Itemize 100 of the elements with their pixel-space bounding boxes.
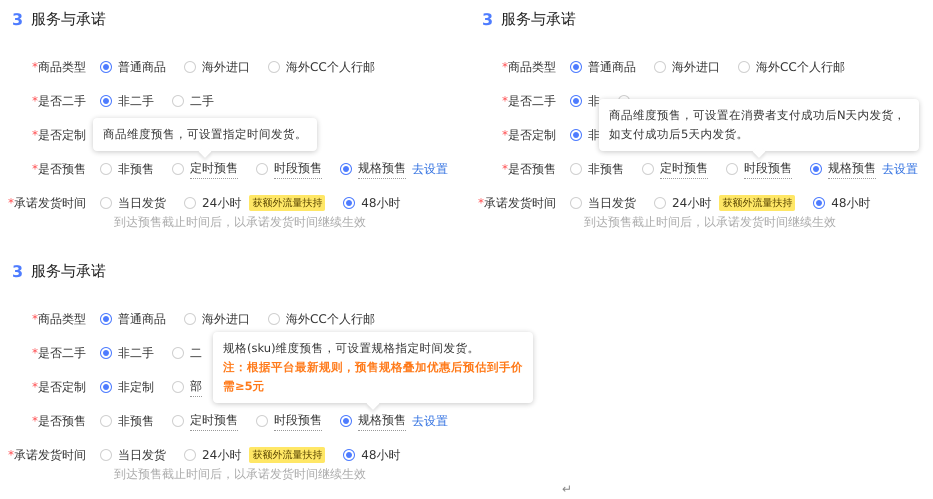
radio-button[interactable]: [726, 163, 738, 175]
tooltip-text: 商品维度预售，可设置指定时间发货。: [103, 126, 307, 142]
option-label[interactable]: 海外CC个人行邮: [756, 58, 845, 76]
option-label[interactable]: 24小时: [202, 446, 242, 464]
radio-button[interactable]: [340, 163, 352, 175]
section-title: 服务与承诺: [31, 10, 106, 28]
option-label[interactable]: 时段预售: [274, 412, 322, 430]
radio-button[interactable]: [184, 61, 196, 73]
radio-button[interactable]: [256, 415, 268, 427]
option-label[interactable]: 规格预售: [358, 412, 406, 430]
radio-button[interactable]: [268, 61, 280, 73]
option-label[interactable]: 非预售: [118, 412, 154, 430]
radio-button[interactable]: [100, 449, 112, 461]
settings-link[interactable]: 去设置: [412, 160, 448, 178]
field-label: *商品类型: [31, 310, 87, 328]
radio-button[interactable]: [654, 197, 666, 209]
option-label[interactable]: 部: [190, 378, 202, 396]
tooltip-text: 规格(sku)维度预售，可设置规格指定时间发货。: [223, 340, 481, 356]
radio-button[interactable]: [343, 449, 356, 461]
radio-button[interactable]: [184, 313, 196, 325]
radio-button[interactable]: [100, 347, 112, 359]
settings-link[interactable]: 去设置: [882, 160, 918, 178]
option-label[interactable]: 普通商品: [118, 310, 166, 328]
field-label: *承诺发货时间: [7, 194, 87, 212]
option-label[interactable]: 24小时: [202, 194, 242, 212]
radio-button[interactable]: [100, 95, 112, 107]
radio-button[interactable]: [570, 61, 582, 73]
radio-button[interactable]: [570, 129, 582, 141]
radio-button[interactable]: [172, 95, 184, 107]
radio-button[interactable]: [340, 415, 352, 427]
radio-button[interactable]: [184, 449, 196, 461]
radio-button[interactable]: [343, 197, 356, 209]
option-label[interactable]: 48小时: [831, 194, 871, 212]
option-label[interactable]: 普通商品: [588, 58, 636, 76]
promo-tag: 获额外流量扶持: [249, 195, 326, 211]
option-label[interactable]: 48小时: [361, 194, 401, 212]
radio-button[interactable]: [100, 415, 112, 427]
radio-button[interactable]: [100, 197, 112, 209]
radio-button[interactable]: [172, 415, 184, 427]
radio-button[interactable]: [810, 163, 822, 175]
field-label: *是否预售: [31, 160, 87, 178]
option-label[interactable]: 24小时: [672, 194, 712, 212]
radio-button[interactable]: [570, 95, 582, 107]
option-label[interactable]: 当日发货: [588, 194, 636, 212]
radio-button[interactable]: [738, 61, 750, 73]
option-label[interactable]: 海外进口: [672, 58, 720, 76]
field-label: *是否定制: [501, 126, 557, 144]
option-label[interactable]: 二手: [190, 92, 214, 110]
hint-text: 到达预售截止时间后，以承诺发货时间继续生效: [113, 466, 367, 483]
option-label[interactable]: 定时预售: [190, 412, 238, 430]
option-label[interactable]: 48小时: [361, 446, 401, 464]
radio-button[interactable]: [268, 313, 280, 325]
radio-button[interactable]: [172, 163, 184, 175]
option-label[interactable]: 非预售: [118, 160, 154, 178]
radio-button[interactable]: [100, 163, 112, 175]
option-label[interactable]: 非预售: [588, 160, 624, 178]
field-label: *是否预售: [501, 160, 557, 178]
field-label: *是否二手: [31, 344, 87, 362]
option-label[interactable]: 海外CC个人行邮: [286, 310, 375, 328]
option-label[interactable]: 时段预售: [744, 160, 792, 178]
option-label[interactable]: 海外CC个人行邮: [286, 58, 375, 76]
radio-button[interactable]: [100, 313, 112, 325]
promo-tag: 获额外流量扶持: [249, 447, 326, 463]
option-label[interactable]: 非二手: [118, 344, 154, 362]
option-label[interactable]: 海外进口: [202, 58, 250, 76]
option-label[interactable]: 规格预售: [828, 160, 876, 178]
radio-button[interactable]: [570, 197, 582, 209]
radio-button[interactable]: [642, 163, 654, 175]
option-label[interactable]: 非定制: [118, 378, 154, 396]
radio-button[interactable]: [256, 163, 268, 175]
option-label[interactable]: 当日发货: [118, 194, 166, 212]
field-label: *是否定制: [31, 126, 87, 144]
radio-button[interactable]: [100, 61, 112, 73]
field-label: *是否定制: [31, 378, 87, 396]
field-label: *是否二手: [501, 92, 557, 110]
section-title: 服务与承诺: [501, 10, 576, 28]
radio-button[interactable]: [813, 197, 826, 209]
radio-button[interactable]: [570, 163, 582, 175]
option-label[interactable]: 当日发货: [118, 446, 166, 464]
radio-button[interactable]: [654, 61, 666, 73]
option-label[interactable]: 非: [588, 92, 600, 110]
settings-link[interactable]: 去设置: [412, 412, 448, 430]
radio-button[interactable]: [172, 381, 184, 393]
option-label[interactable]: 规格预售: [358, 160, 406, 178]
field-label: *商品类型: [31, 58, 87, 76]
option-label[interactable]: 非二手: [118, 92, 154, 110]
tooltip-text: 注：根据平台最新规则，预售规格叠加优惠后预估到手价需≥5元: [223, 358, 523, 394]
radio-button[interactable]: [172, 347, 184, 359]
option-label[interactable]: 时段预售: [274, 160, 322, 178]
option-label[interactable]: 二: [190, 344, 202, 362]
hint-text: 到达预售截止时间后，以承诺发货时间继续生效: [113, 214, 367, 231]
option-label[interactable]: 海外进口: [202, 310, 250, 328]
field-label: *是否二手: [31, 92, 87, 110]
radio-button[interactable]: [100, 381, 112, 393]
radio-button[interactable]: [184, 197, 196, 209]
option-label[interactable]: 普通商品: [118, 58, 166, 76]
option-label[interactable]: 非: [588, 126, 600, 144]
option-label[interactable]: 定时预售: [660, 160, 708, 178]
option-label[interactable]: 定时预售: [190, 160, 238, 178]
hint-text: 到达预售截止时间后，以承诺发货时间继续生效: [583, 214, 837, 231]
